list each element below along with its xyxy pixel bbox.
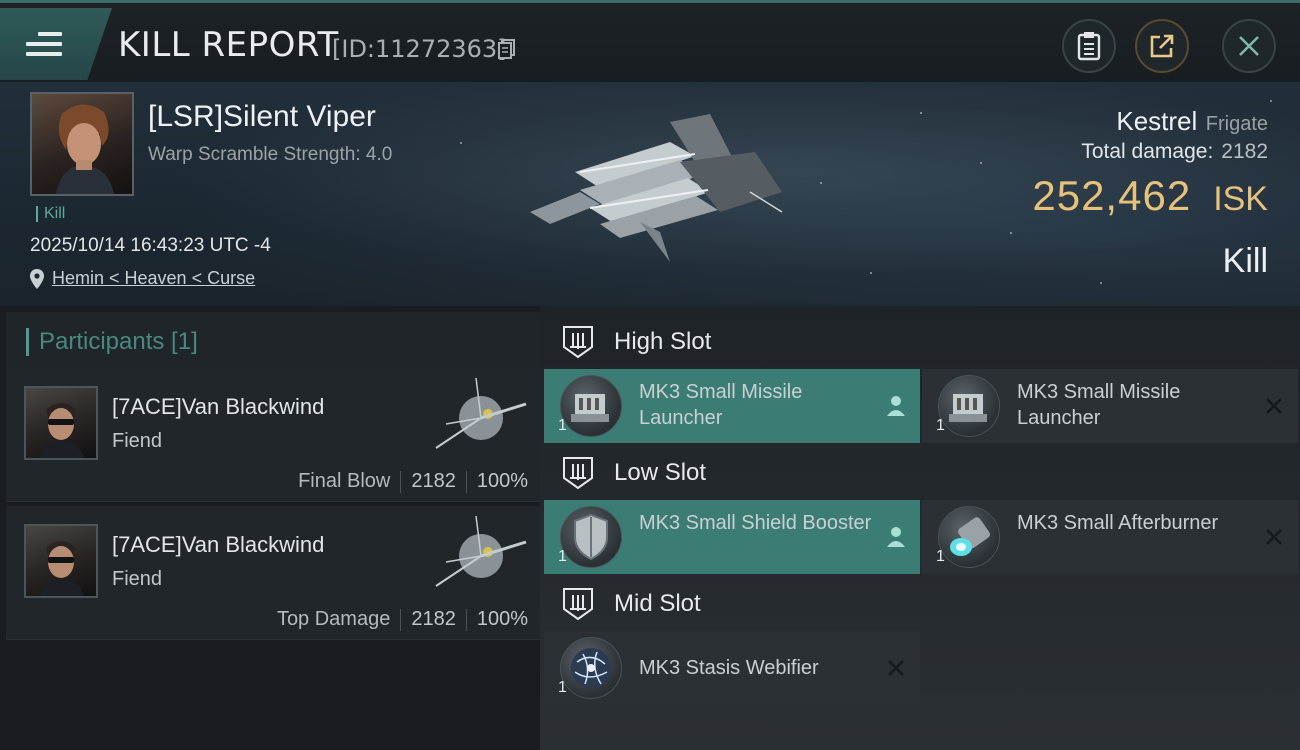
victim-avatar[interactable]	[30, 92, 134, 196]
module-quantity: 1	[558, 679, 567, 696]
page-title: KILL REPORT	[118, 25, 339, 65]
missile-launcher-icon	[938, 375, 1000, 437]
report-id: [ID:11272363]	[332, 35, 507, 63]
mid-slot-title: Mid Slot	[614, 590, 701, 617]
share-button[interactable]	[1135, 19, 1189, 73]
total-damage: Total damage: 2182	[1081, 140, 1268, 164]
participant-ship: Fiend	[112, 430, 163, 452]
destroyed-icon	[1266, 398, 1282, 414]
participant-percent: 100%	[476, 470, 528, 492]
high-slot-title: High Slot	[614, 328, 712, 355]
isk-unit: ISK	[1213, 180, 1268, 218]
afterburner-icon	[938, 506, 1000, 568]
module-card[interactable]: 1 MK3 Small Afterburner	[922, 500, 1298, 574]
total-damage-label: Total damage:	[1081, 140, 1214, 163]
destroyed-icon	[888, 660, 904, 676]
isk-value: 252,462	[1032, 172, 1192, 219]
pilot-icon	[887, 396, 905, 416]
module-quantity: 1	[558, 417, 567, 434]
participant-ship: Fiend	[112, 568, 163, 590]
location-pin-icon	[30, 268, 44, 289]
participant-damage: 2182	[411, 608, 456, 630]
high-slot-icon	[563, 326, 593, 359]
header-bar: KILL REPORT [ID:11272363]	[0, 0, 1300, 82]
participant-percent: 100%	[476, 608, 528, 630]
module-name: MK3 Small Shield Booster	[639, 512, 872, 534]
participant-name[interactable]: [7ACE]Van Blackwind	[112, 532, 324, 558]
low-slot-icon	[563, 457, 593, 490]
participant-stats: Top Damage 2182 100%	[277, 608, 528, 631]
module-name: MK3 Small Missile Launcher	[1017, 381, 1181, 429]
mid-slot-icon	[563, 588, 593, 621]
mid-slot-header: Mid Slot	[562, 584, 701, 624]
warp-scramble-strength: Warp Scramble Strength: 4.0	[148, 144, 393, 165]
victim-name[interactable]: [LSR]Silent Viper	[148, 100, 376, 134]
victim-ship: Kestrel Frigate	[1116, 106, 1268, 137]
pilot-icon	[887, 527, 905, 547]
menu-icon	[26, 32, 62, 62]
participants-header: Participants [1]	[6, 312, 540, 372]
low-slot-header: Low Slot	[562, 453, 706, 493]
module-name: MK3 Stasis Webifier	[639, 657, 819, 679]
kill-timestamp: 2025/10/14 16:43:23 UTC -4	[30, 235, 271, 256]
location: Hemin < Heaven < Curse	[30, 268, 255, 289]
module-quantity: 1	[558, 548, 567, 565]
module-quantity: 1	[936, 417, 945, 434]
participant-label: Final Blow	[298, 470, 391, 492]
stasis-webifier-icon	[560, 637, 622, 699]
kill-tag: Kill	[36, 206, 65, 222]
participant-row[interactable]: [7ACE]Van Blackwind Fiend Final Blow 218…	[6, 368, 540, 502]
isk-loss: 252,462 ISK	[1032, 172, 1268, 220]
high-slot-header: High Slot	[562, 322, 711, 362]
result-label: Kill	[1222, 242, 1268, 280]
missile-launcher-icon	[560, 375, 622, 437]
module-card[interactable]: 1 MK3 Stasis Webifier	[544, 631, 920, 705]
participant-label: Top Damage	[276, 608, 391, 630]
copy-icon[interactable]	[498, 39, 516, 59]
location-link[interactable]: Hemin < Heaven < Curse	[52, 268, 255, 289]
menu-button[interactable]	[0, 8, 112, 80]
module-quantity: 1	[936, 548, 945, 565]
module-card[interactable]: 1 MK3 Small Missile Launcher	[922, 369, 1298, 443]
share-icon	[1150, 34, 1174, 58]
module-name: MK3 Small Missile Launcher	[639, 381, 803, 429]
participant-avatar[interactable]	[24, 386, 98, 460]
ship-name[interactable]: Kestrel	[1116, 106, 1197, 136]
drone-ship-image	[435, 377, 527, 449]
shield-booster-icon	[560, 506, 622, 568]
ship-class: Frigate	[1205, 113, 1268, 135]
total-damage-value: 2182	[1221, 140, 1268, 163]
drone-ship-image	[435, 515, 527, 587]
victim-summary: [LSR]Silent Viper Warp Scramble Strength…	[0, 82, 1300, 306]
clipboard-button[interactable]	[1062, 19, 1116, 73]
participant-damage: 2182	[411, 470, 456, 492]
close-button[interactable]	[1222, 19, 1276, 73]
low-slot-title: Low Slot	[614, 459, 707, 486]
participants-panel: Participants [1] [7ACE]Van Blackwind Fie…	[0, 306, 540, 750]
participant-stats: Final Blow 2182 100%	[298, 470, 528, 493]
participant-name[interactable]: [7ACE]Van Blackwind	[112, 394, 324, 420]
fitting-panel: High Slot 1 MK3 Small Missile Launcher 1…	[540, 306, 1300, 750]
module-name: MK3 Small Afterburner	[1017, 512, 1219, 534]
close-icon	[1239, 36, 1259, 56]
ship-image	[530, 114, 783, 262]
module-card[interactable]: 1 MK3 Small Missile Launcher	[544, 369, 920, 443]
clipboard-icon	[1077, 32, 1101, 61]
participant-avatar[interactable]	[24, 524, 98, 598]
participants-title: Participants [1]	[39, 328, 198, 355]
destroyed-icon	[1266, 529, 1282, 545]
module-card[interactable]: 1 MK3 Small Shield Booster	[544, 500, 920, 574]
participant-row[interactable]: [7ACE]Van Blackwind Fiend Top Damage 218…	[6, 506, 540, 640]
